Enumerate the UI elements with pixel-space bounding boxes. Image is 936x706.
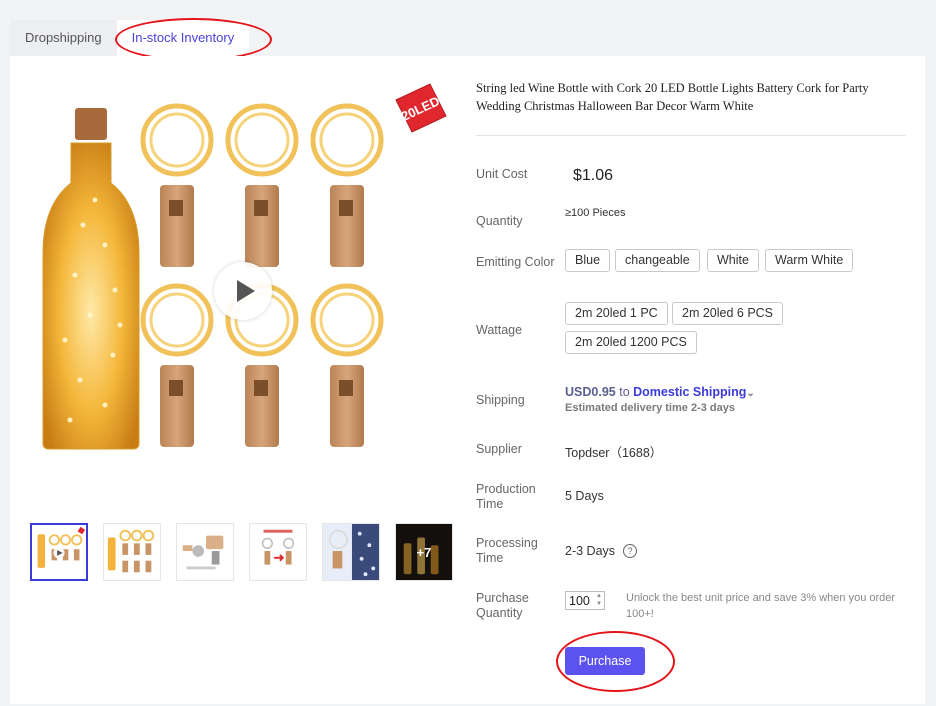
chevron-down-icon[interactable]: ⌄ bbox=[746, 388, 754, 399]
shipping-label: Shipping bbox=[476, 393, 525, 407]
purchase-button[interactable]: Purchase bbox=[565, 647, 645, 675]
shipping-to: to bbox=[619, 385, 630, 399]
thumbnail-image bbox=[107, 529, 155, 573]
thumbnail-6-more[interactable]: +7 bbox=[395, 523, 453, 581]
wattage-option-1[interactable]: 2m 20led 1 PC bbox=[565, 302, 668, 325]
tab-in-stock-inventory[interactable]: In-stock Inventory bbox=[116, 20, 250, 56]
20led-badge: 20LED bbox=[395, 83, 447, 133]
supplier-value: Topdser（1688） bbox=[565, 446, 663, 460]
production-time-label: Production Time bbox=[476, 482, 536, 511]
wattage-label: Wattage bbox=[476, 323, 523, 337]
color-option-blue[interactable]: Blue bbox=[565, 249, 611, 272]
processing-time-label: Processing Time bbox=[476, 536, 538, 565]
thumbnail-5[interactable] bbox=[322, 523, 380, 581]
quantity-label: Quantity bbox=[476, 214, 523, 228]
supplier-label: Supplier bbox=[476, 442, 522, 456]
shipping-price: USD0.95 bbox=[565, 385, 616, 399]
wattage-option-2[interactable]: 2m 20led 6 PCS bbox=[672, 302, 784, 325]
help-icon[interactable]: ? bbox=[623, 544, 637, 558]
thumbnail-1[interactable] bbox=[30, 523, 88, 581]
processing-time-value: 2-3 Days bbox=[565, 544, 616, 558]
product-title: String led Wine Bottle with Cork 20 LED … bbox=[476, 81, 869, 113]
purchase-quantity-input[interactable] bbox=[566, 592, 597, 609]
color-option-white[interactable]: White bbox=[707, 249, 759, 272]
color-option-changeable[interactable]: changeable bbox=[615, 249, 700, 272]
shipping-method-dropdown[interactable]: Domestic Shipping bbox=[633, 385, 746, 399]
wattage-option-3[interactable]: 2m 20led 1200 PCS bbox=[565, 331, 697, 354]
tab-dropshipping[interactable]: Dropshipping bbox=[10, 20, 117, 56]
unit-cost-label: Unit Cost bbox=[476, 167, 528, 181]
more-images-count: +7 bbox=[416, 544, 432, 560]
emitting-color-label: Emitting Color bbox=[476, 255, 555, 269]
color-option-warm-white[interactable]: Warm White bbox=[765, 249, 854, 272]
purchase-quantity-label: Purchase Quantity bbox=[476, 591, 529, 620]
thumbnail-strip: +7 bbox=[30, 523, 453, 581]
thumbnail-image bbox=[37, 526, 86, 568]
thumbnail-4[interactable] bbox=[249, 523, 307, 581]
production-time-value: 5 Days bbox=[565, 489, 604, 503]
decrement-icon[interactable]: ▼ bbox=[594, 600, 604, 608]
quantity-stepper: ▲ ▼ bbox=[565, 591, 605, 610]
quantity-value: ≥100 Pieces bbox=[565, 207, 626, 219]
unit-cost-value: $1.06 bbox=[573, 167, 614, 184]
tab-bar: Dropshipping In-stock Inventory bbox=[10, 20, 250, 56]
thumbnail-image bbox=[261, 529, 295, 565]
play-icon[interactable] bbox=[214, 262, 272, 320]
thumbnail-2[interactable] bbox=[103, 523, 161, 581]
divider bbox=[476, 135, 906, 136]
shipping-estimate: Estimated delivery time 2-3 days bbox=[565, 402, 735, 414]
shipping-info: USD0.95 to Domestic Shipping⌄ bbox=[565, 385, 755, 399]
bulk-discount-note: Unlock the best unit price and save 3% w… bbox=[626, 592, 896, 620]
thumbnail-3[interactable] bbox=[176, 523, 234, 581]
increment-icon[interactable]: ▲ bbox=[594, 592, 604, 600]
thumbnail-image bbox=[182, 535, 224, 570]
thumbnail-image bbox=[323, 524, 379, 580]
